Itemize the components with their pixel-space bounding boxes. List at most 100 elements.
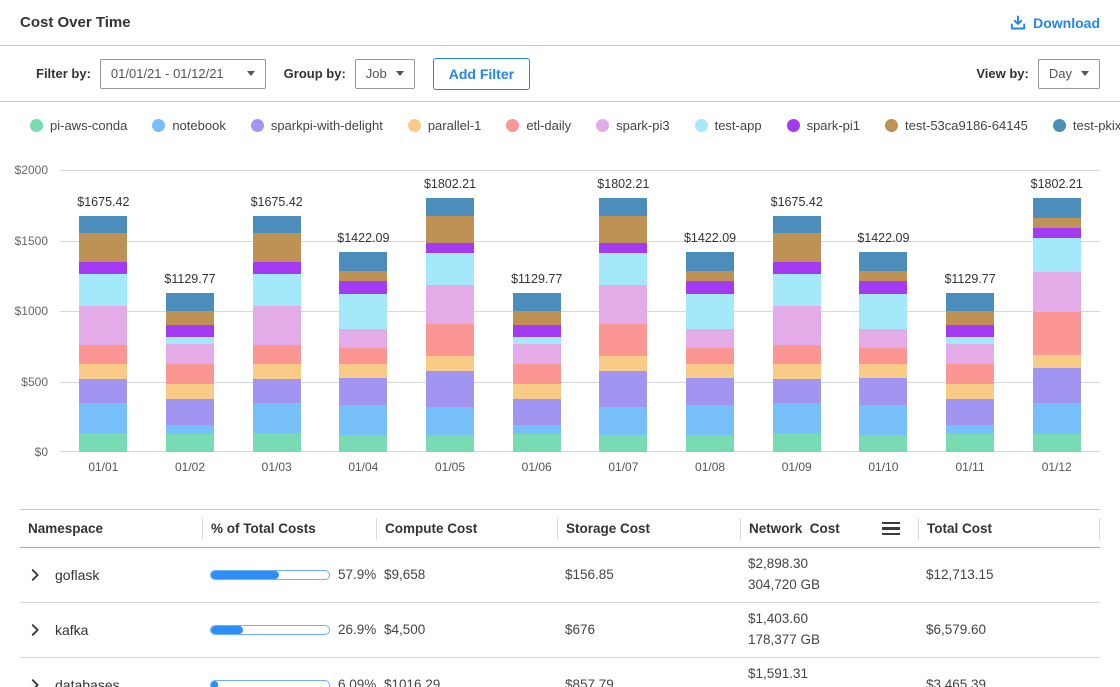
legend-item-sparkpi-with-delight[interactable]: sparkpi-with-delight — [251, 118, 383, 133]
column-header-label: Namespace — [28, 521, 103, 536]
chevron-right-icon[interactable] — [28, 678, 42, 687]
menu-icon[interactable] — [882, 522, 900, 536]
chevron-right-icon[interactable] — [28, 623, 42, 637]
legend-item-test-pkix[interactable]: test-pkix — [1053, 118, 1120, 133]
bar-segment-parallel-1 — [339, 364, 387, 378]
bar-stack — [513, 293, 561, 452]
date-range-value: 01/01/21 - 01/12/21 — [111, 66, 224, 81]
legend-item-test-53ca9186-64145[interactable]: test-53ca9186-64145 — [885, 118, 1028, 133]
bar-segment-sparkpi-with-delight — [946, 399, 994, 425]
bar-segment-spark-pi1 — [1033, 228, 1081, 238]
bar-segment-parallel-1 — [946, 384, 994, 399]
chevron-down-icon — [396, 71, 404, 76]
view-by-value: Day — [1049, 66, 1072, 81]
page-title: Cost Over Time — [20, 14, 131, 31]
pct-label: 6.09% — [338, 677, 376, 687]
x-tick-label: 01/03 — [233, 460, 320, 474]
bar-slot-01/02: $1129.77 — [147, 170, 234, 452]
x-tick-label: 01/06 — [493, 460, 580, 474]
network-cost-value: $2,898.30 — [748, 554, 910, 575]
bar-stack — [79, 216, 127, 452]
bar-segment-spark-pi3 — [599, 285, 647, 325]
bar-segment-spark-pi1 — [79, 262, 127, 273]
pct-progress-bar — [210, 625, 330, 635]
bar-segment-pi-aws-conda — [166, 434, 214, 452]
download-button[interactable]: Download — [1010, 15, 1100, 31]
bar-total-label: $1129.77 — [147, 272, 234, 286]
column-header-label: Network Cost — [749, 521, 840, 536]
bar-segment-etl-daily — [599, 324, 647, 356]
bar-segment-test-53ca9186-64145 — [686, 271, 734, 281]
bar-total-label: $1675.42 — [233, 195, 320, 209]
table-body: goflask57.9%$9,658$156.85$2,898.30304,72… — [20, 548, 1100, 687]
add-filter-button[interactable]: Add Filter — [433, 58, 530, 90]
date-range-select[interactable]: 01/01/21 - 01/12/21 — [100, 59, 266, 89]
bar-segment-spark-pi3 — [339, 329, 387, 348]
legend-item-label: etl-daily — [526, 118, 571, 133]
bar-total-label: $1422.09 — [667, 231, 754, 245]
bar-segment-pi-aws-conda — [599, 435, 647, 452]
legend-item-etl-daily[interactable]: etl-daily — [506, 118, 571, 133]
chevron-down-icon — [247, 71, 255, 76]
bar-total-label: $1802.21 — [407, 177, 494, 191]
bar-segment-parallel-1 — [859, 364, 907, 378]
pct-of-total-cell: 26.9% — [202, 622, 376, 637]
bar-segment-test-53ca9186-64145 — [79, 233, 127, 262]
pct-label: 57.9% — [338, 567, 376, 582]
bar-segment-notebook — [513, 425, 561, 434]
legend-item-label: spark-pi1 — [807, 118, 860, 133]
chevron-right-icon[interactable] — [28, 568, 42, 582]
legend-dot-icon — [695, 119, 708, 132]
legend-item-test-app[interactable]: test-app — [695, 118, 762, 133]
bar-segment-spark-pi3 — [686, 329, 734, 348]
storage-cost-cell: $156.85 — [557, 567, 740, 582]
download-label: Download — [1033, 15, 1100, 31]
bar-segment-test-53ca9186-64145 — [166, 311, 214, 325]
bar-segment-test-app — [773, 274, 821, 306]
bar-total-label: $1802.21 — [1013, 177, 1100, 191]
y-tick-label: $500 — [0, 375, 48, 389]
table-row-databases: databases6.09%$1016.29$857.79$1,591.3110… — [20, 658, 1100, 687]
column-header-total-cost: Total Cost — [918, 518, 1100, 540]
legend-item-spark-pi3[interactable]: spark-pi3 — [596, 118, 669, 133]
total-cost-cell: $12,713.15 — [918, 567, 1100, 582]
bar-slot-01/06: $1129.77 — [493, 170, 580, 452]
column-header-network-cost: Network Cost — [740, 518, 918, 540]
bar-segment-test-app — [599, 253, 647, 285]
compute-cost-cell: $1016.29 — [376, 677, 557, 687]
pct-progress-bar — [210, 570, 330, 580]
bar-segment-pi-aws-conda — [513, 434, 561, 452]
group-by-select[interactable]: Job — [355, 59, 415, 89]
bar-slot-01/05: $1802.21 — [407, 170, 494, 452]
bar-segment-spark-pi3 — [773, 306, 821, 345]
legend-item-pi-aws-conda[interactable]: pi-aws-conda — [30, 118, 127, 133]
bar-stack — [339, 252, 387, 452]
download-icon — [1010, 15, 1026, 31]
legend-item-notebook[interactable]: notebook — [152, 118, 226, 133]
group-by-value: Job — [366, 66, 387, 81]
legend-item-label: parallel-1 — [428, 118, 481, 133]
legend-dot-icon — [30, 119, 43, 132]
bar-segment-notebook — [599, 407, 647, 435]
x-tick-label: 01/09 — [753, 460, 840, 474]
legend-item-parallel-1[interactable]: parallel-1 — [408, 118, 481, 133]
table-header-row: Namespace% of Total CostsCompute CostSto… — [20, 510, 1100, 548]
namespace-cost-table: Namespace% of Total CostsCompute CostSto… — [20, 509, 1100, 687]
bar-segment-test-app — [1033, 238, 1081, 272]
bar-segment-test-pkix — [339, 252, 387, 271]
view-by-select[interactable]: Day — [1038, 59, 1100, 89]
bar-segment-test-pkix — [946, 293, 994, 311]
bar-segment-notebook — [426, 407, 474, 435]
bar-segment-spark-pi3 — [253, 306, 301, 345]
bar-segment-pi-aws-conda — [253, 433, 301, 452]
bar-slot-01/04: $1422.09 — [320, 170, 407, 452]
bar-segment-etl-daily — [426, 324, 474, 356]
bar-segment-notebook — [166, 425, 214, 434]
bar-segment-test-53ca9186-64145 — [1033, 218, 1081, 229]
network-cost-value: $1,403.60 — [748, 609, 910, 630]
legend-item-label: sparkpi-with-delight — [271, 118, 383, 133]
bar-slot-01/03: $1675.42 — [233, 170, 320, 452]
bar-segment-pi-aws-conda — [859, 435, 907, 452]
bar-segment-spark-pi3 — [426, 285, 474, 325]
legend-item-spark-pi1[interactable]: spark-pi1 — [787, 118, 860, 133]
